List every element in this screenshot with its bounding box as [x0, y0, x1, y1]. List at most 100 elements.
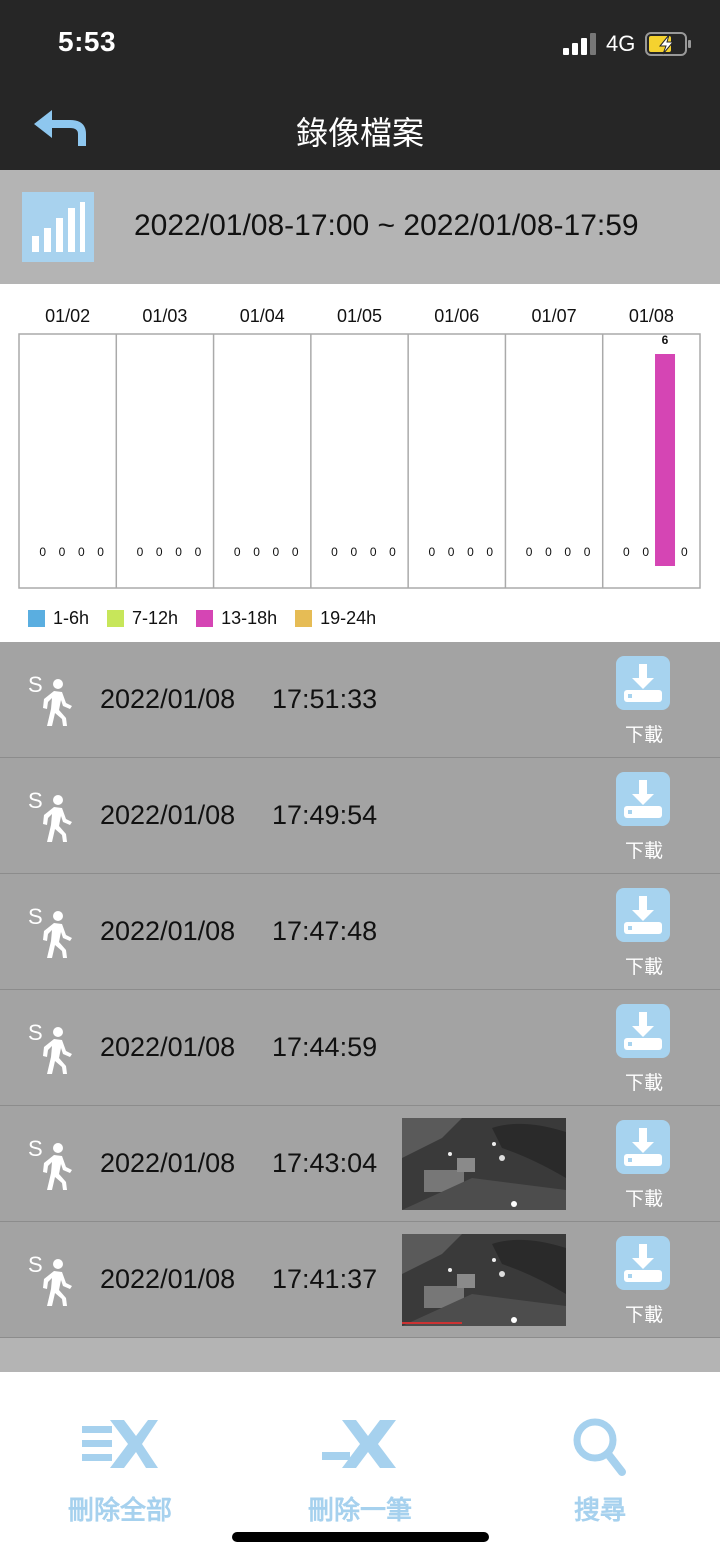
recording-row[interactable]: S 2022/01/08 17:47:48 下載	[0, 874, 720, 990]
person-walking-icon	[43, 1143, 72, 1190]
bottom-toolbar: 刪除全部 刪除一筆 搜尋	[0, 1372, 720, 1559]
recording-time: 17:49:54	[272, 800, 378, 830]
bar-value-label: 0	[137, 545, 144, 559]
search-icon	[573, 1418, 626, 1476]
download-button[interactable]: 下載	[612, 656, 676, 748]
date-range-text: 2022/01/08-17:00 ~ 2022/01/08-17:59	[134, 209, 639, 242]
download-icon	[616, 1004, 670, 1058]
delete-one-icon	[322, 1420, 396, 1468]
recording-time: 17:44:59	[272, 1032, 378, 1062]
person-walking-icon	[43, 1259, 72, 1306]
download-button[interactable]: 下載	[612, 1004, 676, 1096]
bar-value-label: 0	[273, 545, 280, 559]
recording-row[interactable]: S 2022/01/08 17:44:59 下載	[0, 990, 720, 1106]
download-icon	[616, 888, 670, 942]
bar-value-label: 0	[59, 545, 66, 559]
motion-event-icon: S	[28, 1136, 76, 1192]
delete-one-label: 刪除一筆	[307, 1495, 412, 1525]
motion-event-icon: S	[28, 1020, 76, 1076]
bar-value-label: 0	[486, 545, 493, 559]
person-walking-icon	[43, 679, 72, 726]
recording-date: 2022/01/08	[100, 684, 236, 714]
recording-date: 2022/01/08	[100, 1264, 236, 1294]
delete-one-button[interactable]: 刪除一筆	[260, 1416, 460, 1526]
network-type: 4G	[606, 31, 636, 56]
download-icon	[616, 656, 670, 710]
person-walking-icon	[43, 1027, 72, 1074]
x-tick-label: 01/08	[629, 306, 674, 326]
search-label: 搜尋	[573, 1495, 626, 1525]
battery-icon	[645, 32, 691, 56]
bar-value-label: 0	[253, 545, 260, 559]
x-tick-label: 01/06	[434, 306, 479, 326]
bar-value-label: 0	[545, 545, 552, 559]
legend-label: 13-18h	[221, 608, 278, 628]
bar-chart: 01/020 0 0 001/030 0 0 001/040 0 0 001/050 0 0 001/0…	[18, 306, 701, 589]
signal-icon	[563, 33, 596, 55]
recording-date: 2022/01/08	[100, 1032, 236, 1062]
bar-value-label: 0	[350, 545, 357, 559]
recording-count-chart: 01/02 0 0 0 0 01/03 0 0 0 0 01/04 0 0 0 0 01/05 0 0 0 0 01/0…	[0, 284, 720, 642]
person-walking-icon	[43, 795, 72, 842]
bar-value-label: 0	[195, 545, 202, 559]
bar-value-label: 0	[292, 545, 299, 559]
x-tick-label: 01/05	[337, 306, 382, 326]
download-label: 下載	[624, 841, 663, 862]
legend-item: 7-12h	[107, 608, 178, 629]
delete-all-label: 刪除全部	[67, 1495, 172, 1525]
download-icon	[616, 772, 670, 826]
bar-value-label: 0	[564, 545, 571, 559]
legend-swatch	[28, 610, 45, 627]
recording-row[interactable]: S 2022/01/08 17:51:33 下載	[0, 642, 720, 758]
home-indicator	[232, 1532, 489, 1542]
list-footer-spacer	[0, 1338, 720, 1372]
date-range-bar: 2022/01/08-17:00 ~ 2022/01/08-17:59	[0, 170, 720, 284]
recording-time: 17:43:04	[272, 1148, 378, 1178]
chart-frame	[18, 333, 701, 589]
download-button[interactable]: 下載	[612, 888, 676, 980]
chart-bars-icon[interactable]	[22, 192, 94, 262]
legend-swatch	[295, 610, 313, 627]
page-title: 錄像檔案	[295, 115, 424, 151]
bar-01-08-13-18h	[655, 354, 676, 566]
status-time: 5:53	[58, 26, 117, 57]
video-thumbnail[interactable]	[402, 1118, 566, 1210]
recording-row[interactable]: S 2022/01/08 17:41:37 下載	[0, 1222, 720, 1338]
recording-time: 17:51:33	[272, 684, 378, 714]
bar-value-label: 0	[448, 545, 455, 559]
motion-event-icon: S	[28, 1252, 76, 1308]
bar-value-label: 0	[78, 545, 85, 559]
legend-swatch	[107, 610, 125, 627]
video-thumbnail[interactable]	[402, 1234, 566, 1326]
bar-value-label: 0	[370, 545, 377, 559]
recording-row[interactable]: S 2022/01/08 17:43:04 下載	[0, 1106, 720, 1222]
x-tick-label: 01/02	[45, 306, 90, 326]
recording-row[interactable]: S 2022/01/08 17:49:54 下載	[0, 758, 720, 874]
x-tick-label: 01/04	[240, 306, 285, 326]
download-button[interactable]: 下載	[612, 772, 676, 864]
motion-event-icon: S	[28, 788, 76, 844]
legend-label: 7-12h	[132, 608, 179, 628]
bar-value-label: 0	[681, 545, 688, 559]
motion-event-icon: S	[28, 672, 76, 728]
download-label: 下載	[624, 1305, 663, 1326]
download-label: 下載	[624, 957, 663, 978]
bar-value-label: 0	[467, 545, 474, 559]
search-button[interactable]: 搜尋	[500, 1416, 700, 1526]
download-button[interactable]: 下載	[612, 1120, 676, 1212]
delete-all-icon	[82, 1420, 158, 1468]
legend-label: 1-6h	[53, 608, 90, 628]
nav-bar: 錄像檔案	[0, 88, 720, 170]
download-button[interactable]: 下載	[612, 1236, 676, 1328]
legend-item: 1-6h	[28, 608, 89, 629]
delete-all-button[interactable]: 刪除全部	[20, 1416, 220, 1526]
chart-legend: 1-6h 7-12h 13-18h 19-24h	[28, 608, 376, 629]
bar-value-label: 0	[623, 545, 630, 559]
recording-list: S 2022/01/08 17:51:33 下載 S 2022/01/08 17:49:54…	[0, 642, 720, 1338]
recording-date: 2022/01/08	[100, 1148, 236, 1178]
legend-item: 13-18h	[196, 608, 277, 629]
bar-value-label: 0	[331, 545, 338, 559]
legend-label: 19-24h	[320, 608, 377, 628]
legend-swatch	[196, 610, 214, 627]
x-tick-label: 01/07	[532, 306, 577, 326]
